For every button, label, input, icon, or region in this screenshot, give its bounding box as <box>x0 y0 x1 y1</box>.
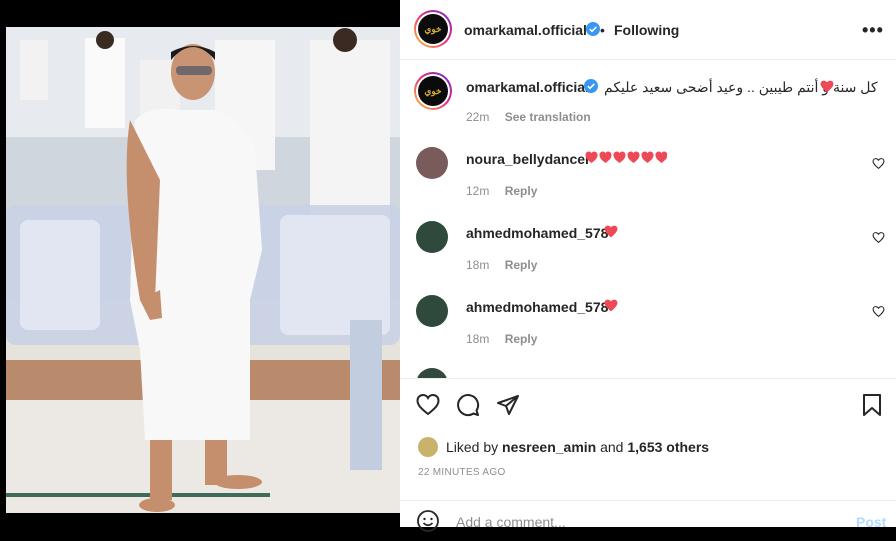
author-username[interactable]: omarkamal.official <box>464 22 587 38</box>
reply-link[interactable]: Reply <box>505 332 538 346</box>
like-icon[interactable] <box>416 393 440 417</box>
comment-username[interactable]: noura_bellydancer <box>466 151 591 167</box>
liker-avatar[interactable] <box>418 437 438 457</box>
share-icon[interactable] <box>496 393 520 417</box>
likes-count[interactable]: 1,653 others <box>627 439 709 455</box>
post-actions: Liked by nesreen_amin and 1,653 others 2… <box>400 378 896 532</box>
commenter-avatar[interactable] <box>416 147 448 179</box>
comment-meta: 12m Reply <box>466 184 549 198</box>
commenter-avatar[interactable] <box>416 368 448 378</box>
save-icon[interactable] <box>862 393 882 417</box>
comment-meta: 18m Reply <box>466 258 549 272</box>
likes-summary: Liked by nesreen_amin and 1,653 others <box>418 437 709 457</box>
verified-badge-icon <box>586 22 600 36</box>
caption-meta: 22m See translation <box>466 110 603 124</box>
like-comment-icon[interactable] <box>872 305 885 318</box>
reply-link[interactable]: Reply <box>505 184 538 198</box>
post-panel: خوي omarkamal.official • Following ••• خ… <box>400 0 896 532</box>
hearts-emoji-icon <box>585 151 668 169</box>
comment-time: 12m <box>466 184 490 198</box>
red-heart-emoji-icon <box>604 299 618 312</box>
post-photo <box>0 0 400 527</box>
emoji-icon[interactable] <box>416 509 440 533</box>
like-comment-icon[interactable] <box>872 231 885 244</box>
like-comment-icon[interactable] <box>872 157 885 170</box>
comment-username[interactable]: ahmedmohamed_578 <box>466 225 608 241</box>
commenter-avatar[interactable] <box>416 221 448 253</box>
comment-meta: 18m Reply <box>466 332 549 346</box>
liked-and: and <box>600 439 624 455</box>
comments-list: خوي omarkamal.official كل سنة و أنتم طيب… <box>400 60 896 378</box>
commenter-avatar[interactable] <box>416 295 448 327</box>
caption-avatar[interactable]: خوي <box>414 72 452 110</box>
comment-time: 18m <box>466 332 490 346</box>
verified-badge-icon <box>584 79 598 93</box>
post-comment-button[interactable]: Post <box>856 514 886 530</box>
following-button[interactable]: Following <box>614 22 679 38</box>
liked-by-prefix: Liked by <box>446 439 499 455</box>
see-translation-link[interactable]: See translation <box>505 110 591 124</box>
reply-link[interactable]: Reply <box>505 258 538 272</box>
add-comment-bar: Add a comment... Post <box>400 500 896 541</box>
caption-time: 22m <box>466 110 490 124</box>
comment-icon[interactable] <box>456 393 480 417</box>
red-heart-emoji-icon <box>820 80 834 93</box>
red-heart-emoji-icon <box>604 225 618 238</box>
caption-text: كل سنة و أنتم طيبين .. وعيد أضحى سعيد عل… <box>604 79 878 95</box>
post-timestamp: 22 MINUTES AGO <box>418 467 506 478</box>
liker-username[interactable]: nesreen_amin <box>502 439 596 455</box>
channel-logo-icon: خوي <box>418 14 448 44</box>
comment-input[interactable]: Add a comment... <box>456 514 566 530</box>
comment-username[interactable]: ahmedmohamed_578 <box>466 299 608 315</box>
separator-dot: • <box>600 22 605 38</box>
comment-time: 18m <box>466 258 490 272</box>
post-header: خوي omarkamal.official • Following ••• <box>400 0 896 60</box>
caption-username[interactable]: omarkamal.official <box>466 79 589 95</box>
more-options-button[interactable]: ••• <box>862 20 884 41</box>
author-avatar[interactable]: خوي <box>414 10 452 48</box>
channel-logo-icon: خوي <box>418 76 448 106</box>
